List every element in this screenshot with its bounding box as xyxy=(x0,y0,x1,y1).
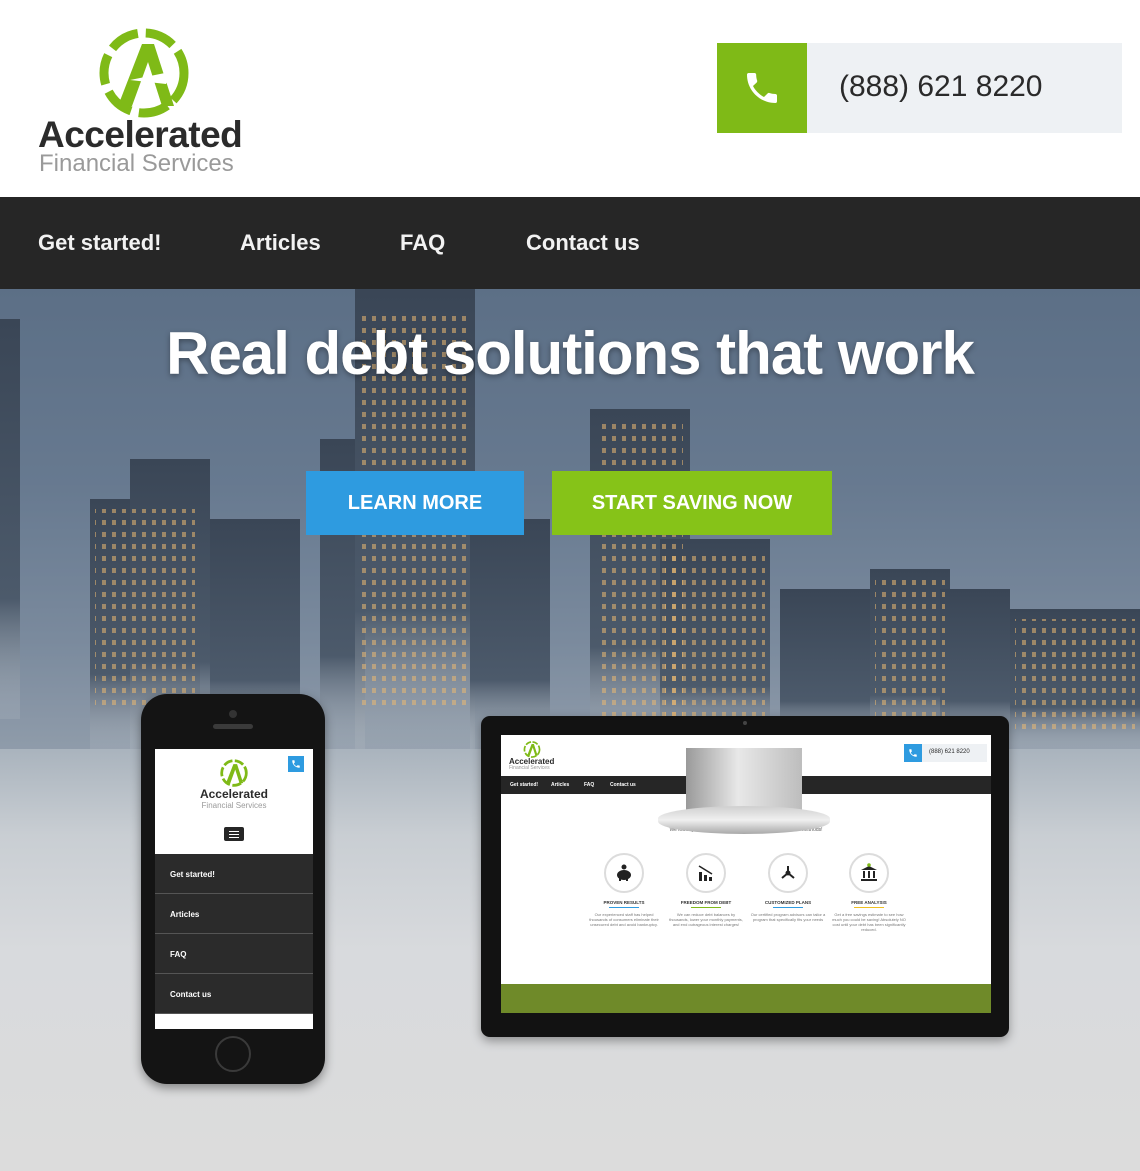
start-saving-button[interactable]: START SAVING NOW xyxy=(552,471,832,535)
nav-item-contact-us[interactable]: Contact us xyxy=(526,230,640,256)
monitor-stand-neck xyxy=(686,748,802,810)
phone-icon[interactable] xyxy=(717,43,807,133)
offer-text: Our experienced staff has helped thousan… xyxy=(589,912,659,927)
nav-item-faq[interactable]: FAQ xyxy=(400,230,445,256)
phone-screen: Accelerated Financial Services Get start… xyxy=(155,749,313,1029)
phone-camera xyxy=(229,710,237,718)
offer-text: Get a free savings estimate to see how m… xyxy=(832,912,906,932)
monitor-stand-base xyxy=(658,806,830,834)
bank-icon xyxy=(849,853,889,893)
flow-arrows-icon xyxy=(768,853,808,893)
phone-number[interactable]: (888) 621 8220 xyxy=(839,70,1043,104)
site-header: Accelerated Financial Services (888) 621… xyxy=(0,0,1140,197)
offer-free-analysis: FREE ANALYSIS Get a free savings estimat… xyxy=(829,853,909,932)
logo-subtitle: Financial Services xyxy=(201,801,267,810)
phone-nav-item-contact-us: Contact us xyxy=(155,974,313,1014)
phone-nav-item-faq: FAQ xyxy=(155,934,313,974)
phone-mockup: Accelerated Financial Services Get start… xyxy=(141,694,325,1084)
logo-mark-icon xyxy=(523,741,541,758)
monitor-phone-box: (888) 621 8220 xyxy=(904,744,987,762)
offer-proven-results: PROVEN RESULTS Our experienced staff has… xyxy=(584,853,664,927)
offer-title: FREE ANALYSIS xyxy=(851,900,887,905)
offer-customized-plans: CUSTOMIZED PLANS Our certified program a… xyxy=(748,853,828,922)
header-phone-box[interactable]: (888) 621 8220 xyxy=(717,43,1122,133)
piggy-bank-icon xyxy=(604,853,644,893)
monitor-nav-item-get-started: Get started! xyxy=(510,782,539,788)
hero-section: Real debt solutions that work LEARN MORE… xyxy=(0,289,1140,1171)
logo-subtitle: Financial Services xyxy=(39,150,234,177)
nav-item-articles[interactable]: Articles xyxy=(240,230,321,256)
offer-underline xyxy=(854,907,884,908)
phone-nav-item-articles: Articles xyxy=(155,894,313,934)
offer-text: We can reduce debt balances by thousands… xyxy=(669,912,743,927)
nav-item-get-started[interactable]: Get started! xyxy=(38,230,161,256)
phone-home-button xyxy=(215,1036,251,1072)
offer-text: Our certified program advisors can tailo… xyxy=(750,912,826,922)
phone-icon xyxy=(904,744,922,762)
phone-speaker xyxy=(213,724,253,729)
monitor-nav-item-contact-us: Contact us xyxy=(610,782,636,788)
logo-name: Accelerated xyxy=(199,787,269,801)
logo-subtitle: Financial Services xyxy=(509,765,550,771)
site-logo[interactable]: Accelerated Financial Services xyxy=(38,28,258,178)
offer-underline xyxy=(609,907,639,908)
green-band xyxy=(501,984,991,1013)
monitor-nav-item-faq: FAQ xyxy=(584,782,595,788)
declining-chart-icon xyxy=(686,853,726,893)
learn-more-button[interactable]: LEARN MORE xyxy=(306,471,524,535)
phone-number: (888) 621 8220 xyxy=(929,749,970,755)
monitor-camera xyxy=(743,721,747,725)
offer-title: FREEDOM FROM DEBT xyxy=(680,900,732,905)
phone-icon xyxy=(288,756,304,772)
logo-mark-icon xyxy=(99,28,189,118)
offer-underline xyxy=(773,907,803,908)
monitor-nav-item-articles: Articles xyxy=(551,782,570,788)
logo-mark-icon xyxy=(220,759,248,787)
offer-freedom-from-debt: FREEDOM FROM DEBT We can reduce debt bal… xyxy=(666,853,746,927)
offer-title: CUSTOMIZED PLANS xyxy=(764,900,812,905)
phone-nav-item-get-started: Get started! xyxy=(155,854,313,894)
phone-nav: Get started! Articles FAQ Contact us xyxy=(155,854,313,1014)
hamburger-icon xyxy=(224,827,244,841)
offer-underline xyxy=(691,907,721,908)
hero-title: Real debt solutions that work xyxy=(166,320,975,387)
main-nav: Get started! Articles FAQ Contact us xyxy=(0,197,1140,289)
offer-title: PROVEN RESULTS xyxy=(603,900,645,905)
